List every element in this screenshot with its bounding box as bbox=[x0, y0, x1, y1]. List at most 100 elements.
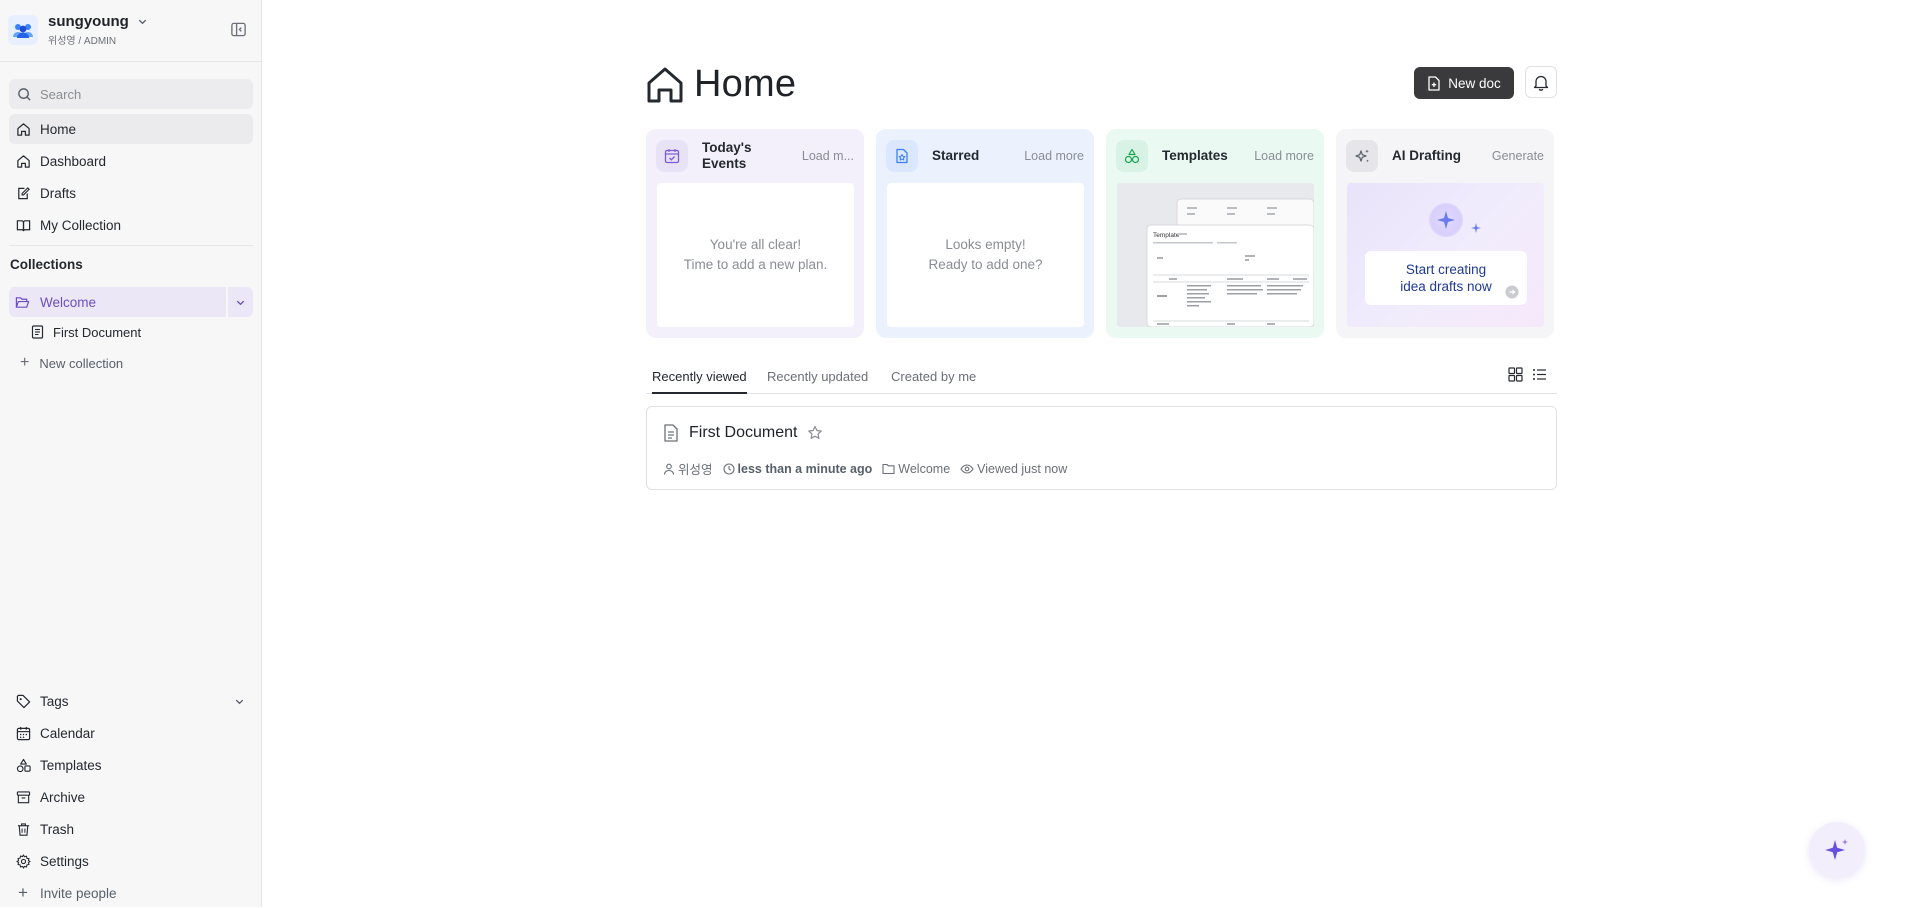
load-more-button[interactable]: Load m... bbox=[802, 149, 854, 163]
card-title: Today's Events bbox=[702, 140, 752, 171]
card-title: Starred bbox=[932, 148, 980, 163]
search-icon bbox=[18, 87, 31, 101]
trash-icon bbox=[17, 822, 29, 836]
plus-icon: + bbox=[18, 883, 28, 902]
nav-item-drafts[interactable]: Drafts bbox=[9, 178, 253, 208]
tab-created-by-me[interactable]: Created by me bbox=[891, 369, 976, 392]
nav-item-trash[interactable]: Trash bbox=[9, 814, 253, 844]
workspace-avatar bbox=[8, 15, 38, 45]
eye-icon bbox=[960, 463, 974, 474]
empty-line-2: Ready to add one? bbox=[928, 257, 1043, 272]
nav-label: Tags bbox=[40, 693, 69, 709]
divider bbox=[9, 245, 253, 246]
template-preview-title: Template bbox=[1153, 232, 1180, 239]
load-more-button[interactable]: Load more bbox=[1254, 149, 1314, 163]
recent-document-card[interactable]: First Document 위성영 less than a minute ag… bbox=[646, 406, 1557, 490]
star-icon[interactable] bbox=[807, 425, 823, 441]
collection-label: Welcome bbox=[40, 294, 97, 310]
workspace-switcher[interactable]: sungyoung 위성영 / ADMIN bbox=[8, 11, 254, 49]
nav-label: Archive bbox=[40, 789, 86, 805]
document-updated: less than a minute ago bbox=[737, 461, 873, 476]
document-label: First Document bbox=[53, 324, 142, 340]
card-icon-box bbox=[1346, 140, 1378, 172]
calendar-check-icon bbox=[664, 149, 680, 164]
nav-item-dashboard[interactable]: Dashboard bbox=[9, 146, 253, 176]
sidebar-document-first[interactable]: First Document bbox=[29, 318, 253, 346]
empty-line-1: Looks empty! bbox=[945, 237, 1026, 252]
nav-item-archive[interactable]: Archive bbox=[9, 782, 253, 812]
folder-open-icon bbox=[15, 296, 30, 308]
tab-recently-viewed[interactable]: Recently viewed bbox=[652, 369, 747, 394]
sparkles-icon bbox=[1354, 149, 1369, 162]
nav-label: Calendar bbox=[40, 725, 95, 741]
ai-assistant-button[interactable] bbox=[1809, 822, 1865, 878]
chevron-down-icon bbox=[235, 699, 244, 704]
collection-link[interactable]: Welcome bbox=[9, 287, 226, 317]
home-icon bbox=[647, 67, 683, 102]
collection-expand-button[interactable] bbox=[228, 287, 253, 317]
new-doc-label: New doc bbox=[1448, 75, 1501, 91]
new-collection-label: New collection bbox=[39, 355, 124, 371]
home-icon bbox=[16, 122, 30, 136]
load-more-button[interactable]: Load more bbox=[1024, 149, 1084, 163]
tag-icon bbox=[16, 694, 30, 708]
sparkle-orb bbox=[1429, 203, 1463, 237]
template-preview[interactable]: Template bbox=[1117, 183, 1314, 327]
ai-drafting-panel: Start creating idea drafts now bbox=[1347, 183, 1544, 327]
gear-icon bbox=[15, 853, 31, 869]
nav-label: Trash bbox=[40, 821, 75, 837]
small-sparkle-icon bbox=[1471, 223, 1481, 233]
nav-item-my-collection[interactable]: My Collection bbox=[9, 210, 253, 240]
nav-label: Settings bbox=[40, 853, 89, 869]
user-icon bbox=[663, 463, 675, 475]
nav-item-tags[interactable]: Tags bbox=[9, 686, 253, 716]
page-title: Home bbox=[694, 63, 797, 105]
notifications-button[interactable] bbox=[1525, 66, 1557, 98]
nav-item-home[interactable]: Home bbox=[9, 114, 253, 144]
archive-icon bbox=[16, 790, 30, 803]
shapes-icon bbox=[1124, 148, 1140, 164]
new-document-icon bbox=[1428, 75, 1440, 91]
grid-view-icon[interactable] bbox=[1508, 367, 1523, 382]
bell-icon bbox=[1533, 75, 1549, 91]
document-tabs: Recently viewed Recently updated Created… bbox=[646, 361, 1557, 394]
nav-label: Templates bbox=[40, 757, 102, 773]
card-starred: Starred Load more Looks empty! Ready to … bbox=[876, 129, 1094, 338]
card-todays-events: Today's Events Load m... You're all clea… bbox=[646, 129, 864, 338]
star-doc-icon bbox=[896, 148, 908, 164]
nav-item-calendar[interactable]: Calendar bbox=[9, 718, 253, 748]
sidebar: sungyoung 위성영 / ADMIN Home Dashboard Dra… bbox=[0, 0, 262, 907]
nav-item-settings[interactable]: Settings bbox=[9, 846, 253, 876]
card-icon-box bbox=[656, 140, 688, 172]
new-collection-button[interactable]: + New collection bbox=[20, 349, 123, 377]
card-empty-state: Looks empty! Ready to add one? bbox=[887, 183, 1084, 327]
plus-icon: + bbox=[20, 354, 30, 371]
collapse-sidebar-button[interactable] bbox=[228, 19, 248, 39]
shapes-icon bbox=[16, 758, 31, 772]
collection-item-welcome[interactable]: Welcome bbox=[9, 287, 253, 317]
empty-line-2: Time to add a new plan. bbox=[683, 257, 828, 272]
card-ai-drafting: AI Drafting Generate Start creating idea… bbox=[1336, 129, 1554, 338]
chevron-down-icon bbox=[138, 19, 146, 25]
tab-recently-updated[interactable]: Recently updated bbox=[767, 369, 868, 392]
nav-item-templates[interactable]: Templates bbox=[9, 750, 253, 780]
card-title: AI Drafting bbox=[1392, 148, 1461, 163]
nav-item-invite[interactable]: + Invite people bbox=[9, 878, 253, 908]
card-icon-box bbox=[886, 140, 918, 172]
divider bbox=[0, 61, 262, 62]
home-icon bbox=[16, 154, 30, 168]
card-icon-box bbox=[1116, 140, 1148, 172]
search-input[interactable] bbox=[40, 86, 230, 102]
list-view-icon[interactable] bbox=[1532, 367, 1547, 382]
clock-icon bbox=[722, 462, 735, 475]
start-creating-prompt[interactable]: Start creating idea drafts now bbox=[1365, 251, 1527, 305]
edit-document-icon bbox=[17, 186, 30, 199]
new-doc-button[interactable]: New doc bbox=[1414, 67, 1514, 99]
page-header: Home New doc bbox=[646, 60, 1557, 106]
search-box[interactable] bbox=[9, 79, 253, 109]
generate-button[interactable]: Generate bbox=[1492, 149, 1544, 163]
document-collection: Welcome bbox=[898, 461, 951, 476]
card-title: Templates bbox=[1162, 148, 1228, 163]
document-title[interactable]: First Document bbox=[689, 424, 797, 442]
chevron-down-icon bbox=[236, 300, 245, 305]
